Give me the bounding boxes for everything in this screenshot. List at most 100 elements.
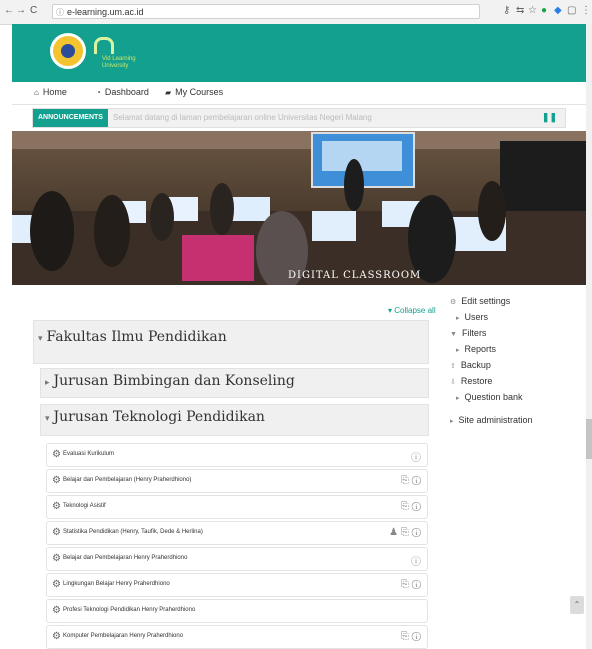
- course-name: Komputer Pembelajaran Henry Praherdhiono: [63, 633, 184, 639]
- enrol-info-icons[interactable]: ⎘ ⓘ: [401, 501, 421, 512]
- address-bar[interactable]: ⓘ e-learning.um.ac.id: [52, 4, 480, 19]
- pause-icon[interactable]: ❚❚: [542, 112, 557, 123]
- gear-icon: ⚙: [450, 299, 457, 306]
- briefcase-icon: ▰: [165, 88, 172, 97]
- course-name: Profesi Teknologi Pendidikan Henry Prahe…: [63, 607, 196, 613]
- course-icon: ⚙: [52, 605, 61, 616]
- course-item[interactable]: ⚙ Profesi Teknologi Pendidikan Henry Pra…: [46, 599, 428, 623]
- course-icon: ⚙: [52, 631, 61, 642]
- question-bank-link[interactable]: ▸ Question bank: [456, 392, 523, 402]
- menu-my-courses-label: My Courses: [175, 87, 224, 97]
- course-name: Belajar dan Pembelajaran Henry Praherdhi…: [63, 555, 188, 561]
- classroom-photo: [12, 131, 586, 285]
- translate-icon[interactable]: ⇆: [516, 5, 524, 16]
- brand-mark-icon: [94, 37, 114, 55]
- course-item[interactable]: ⚙ Teknologi Asistif ⎘ ⓘ: [46, 495, 428, 519]
- restore-link[interactable]: ⇩ Restore: [450, 376, 492, 386]
- caret-right-icon: ▸: [456, 315, 460, 322]
- announcement-bar: ANNOUNCEMENTS Selamat datang di laman pe…: [32, 108, 566, 128]
- page-scrollbar[interactable]: [586, 24, 592, 649]
- course-name: Teknologi Asistif: [63, 503, 106, 509]
- question-bank-label: Question bank: [464, 392, 523, 402]
- url-text: e-learning.um.ac.id: [67, 7, 144, 17]
- site-brand[interactable]: [94, 34, 114, 57]
- course-item[interactable]: ⚙ Lingkungan Belajar Henry Praherdhiono …: [46, 573, 428, 597]
- info-icon[interactable]: ⓘ: [56, 5, 64, 20]
- key-icon[interactable]: ⚷: [503, 5, 510, 16]
- edit-settings-link[interactable]: ⚙ Edit settings: [450, 296, 510, 306]
- backup-label: Backup: [460, 360, 491, 370]
- subcategory-title: Jurusan Teknologi Pendidikan: [53, 409, 265, 425]
- category-fakultas[interactable]: ▾ Fakultas Ilmu Pendidikan: [33, 320, 429, 364]
- enrol-info-icons[interactable]: ⎘ ⓘ: [401, 475, 421, 486]
- forward-icon[interactable]: →: [16, 5, 26, 16]
- course-item[interactable]: ⚙ Komputer Pembelajaran Henry Praherdhio…: [46, 625, 428, 649]
- site-header: Vid Learning University: [12, 24, 586, 82]
- course-icon: ⚙: [52, 475, 61, 486]
- caret-down-icon: ▾: [45, 414, 50, 424]
- guest-enrol-info-icons[interactable]: ♟ ⎘ ⓘ: [389, 527, 421, 538]
- edit-settings-label: Edit settings: [461, 296, 511, 306]
- home-icon: ⌂: [34, 88, 39, 97]
- course-icon: ⚙: [52, 449, 61, 460]
- reload-icon[interactable]: C: [30, 5, 37, 16]
- course-icon: ⚙: [52, 579, 61, 590]
- menu-dashboard-label: Dashboard: [104, 87, 149, 97]
- course-icon: ⚙: [52, 553, 61, 564]
- site-admin-link[interactable]: ▸ Site administration: [450, 415, 533, 425]
- collapse-all-link[interactable]: ▾ Collapse all: [388, 306, 436, 315]
- extension-icon[interactable]: ●: [541, 5, 547, 16]
- extension-2-icon[interactable]: ◆: [554, 5, 562, 16]
- users-label: Users: [464, 312, 489, 322]
- collapse-all-label: Collapse all: [394, 306, 436, 315]
- menu-my-courses[interactable]: ▰ My Courses: [165, 87, 223, 97]
- main-menu: ⌂ Home ◔ Dashboard ▰ My Courses: [12, 82, 586, 105]
- menu-home-label: Home: [42, 87, 67, 97]
- university-logo[interactable]: [50, 33, 86, 69]
- enrol-info-icons[interactable]: ⎘ ⓘ: [401, 631, 421, 642]
- course-item[interactable]: ⚙ Evaluasi Kurikulum ⓘ: [46, 443, 428, 467]
- caret-down-icon: ▾: [38, 334, 43, 344]
- reports-label: Reports: [464, 344, 497, 354]
- course-item[interactable]: ⚙ Belajar dan Pembelajaran Henry Praherd…: [46, 547, 428, 571]
- dashboard-icon: ◔: [96, 88, 101, 97]
- category-title: Fakultas Ilmu Pendidikan: [46, 329, 227, 345]
- restore-label: Restore: [460, 376, 493, 386]
- course-item[interactable]: ⚙ Belajar dan Pembelajaran (Henry Praher…: [46, 469, 428, 493]
- course-name: Evaluasi Kurikulum: [63, 451, 115, 457]
- info-icon[interactable]: ⓘ: [411, 449, 421, 464]
- menu-dashboard[interactable]: ◔ Dashboard: [96, 87, 149, 97]
- backup-link[interactable]: ⇧ Backup: [450, 360, 491, 370]
- download-icon: ⇩: [450, 379, 456, 386]
- subcategory-bimbingan[interactable]: ▸ Jurusan Bimbingan dan Konseling: [40, 368, 429, 398]
- course-icon: ⚙: [52, 501, 61, 512]
- course-name: Statistika Pendidikan (Henry, Taufik, De…: [63, 529, 203, 535]
- filter-icon: ▼: [450, 331, 457, 338]
- brand-sub-line2: University: [102, 63, 129, 69]
- course-item[interactable]: ⚙ Statistika Pendidikan (Henry, Taufik, …: [46, 521, 428, 545]
- brand-sub-line1: Vid Learning: [102, 56, 136, 62]
- menu-icon[interactable]: ⋮: [581, 5, 591, 16]
- caret-right-icon: ▸: [45, 378, 50, 388]
- back-icon[interactable]: ←: [4, 5, 14, 16]
- caret-right-icon: ▸: [456, 395, 460, 402]
- cast-icon[interactable]: ▢: [567, 5, 576, 16]
- info-icon[interactable]: ⓘ: [411, 553, 421, 568]
- subcategory-title: Jurusan Bimbingan dan Konseling: [53, 373, 295, 389]
- brand-subtitle: Vid Learning University: [102, 56, 136, 70]
- enrol-info-icons[interactable]: ⎘ ⓘ: [401, 579, 421, 590]
- users-link[interactable]: ▸ Users: [456, 312, 488, 322]
- caret-right-icon: ▸: [450, 418, 454, 425]
- reports-link[interactable]: ▸ Reports: [456, 344, 496, 354]
- hero-banner: [12, 131, 586, 285]
- menu-home[interactable]: ⌂ Home: [34, 87, 67, 97]
- filters-label: Filters: [461, 328, 487, 338]
- star-icon[interactable]: ☆: [528, 5, 537, 16]
- scrollbar-thumb[interactable]: [586, 419, 592, 459]
- browser-toolbar: ← → C ⓘ e-learning.um.ac.id ⚷ ⇆ ☆ ● ◆ ▢ …: [0, 0, 592, 25]
- subcategory-teknologi[interactable]: ▾ Jurusan Teknologi Pendidikan: [40, 404, 429, 436]
- scroll-to-top-button[interactable]: ⌃: [570, 596, 584, 614]
- hero-caption: DIGITAL CLASSROOM: [288, 270, 422, 281]
- course-name: Belajar dan Pembelajaran (Henry Praherdh…: [63, 477, 192, 483]
- filters-link[interactable]: ▼ Filters: [450, 328, 486, 338]
